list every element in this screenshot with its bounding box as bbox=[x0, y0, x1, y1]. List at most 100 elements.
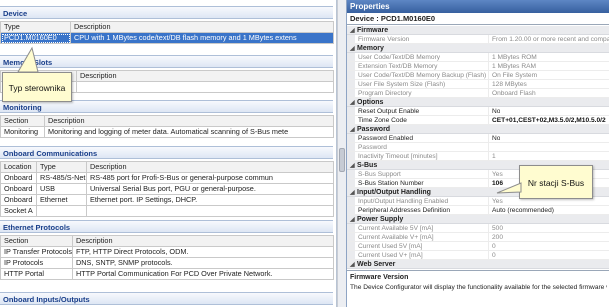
table-cell[interactable] bbox=[86, 205, 334, 217]
table-cell[interactable]: Monitoring and logging of meter data. Au… bbox=[44, 126, 334, 138]
table-cell[interactable]: CPU with 1 MBytes code/text/DB flash mem… bbox=[70, 32, 334, 44]
table-row[interactable]: Onboard RS-485/S-Net RS-485 port for Profi… bbox=[0, 172, 334, 184]
table-cell[interactable]: Universal Serial Bus port, PGU or genera… bbox=[86, 183, 334, 195]
column-header[interactable]: Section bbox=[0, 235, 73, 247]
property-row[interactable]: Program Directory Onboard Flash bbox=[347, 89, 609, 98]
row-gutter bbox=[347, 251, 355, 259]
table-cell[interactable]: IP Protocols bbox=[0, 257, 73, 269]
scrollbar-thumb[interactable] bbox=[339, 148, 345, 172]
property-category[interactable]: ◢ Power Supply bbox=[347, 215, 609, 224]
property-category-label: Web Server bbox=[357, 261, 396, 268]
table-cell[interactable]: USB bbox=[36, 183, 87, 195]
property-value[interactable]: No bbox=[489, 134, 500, 142]
column-header[interactable]: Type bbox=[0, 21, 71, 33]
property-row[interactable]: Password bbox=[347, 143, 609, 152]
property-value[interactable]: Auto (recommended) bbox=[489, 206, 554, 214]
table-cell[interactable]: IP Transfer Protocols bbox=[0, 246, 73, 258]
callout-sbus-station: Nr stacji S-Bus bbox=[519, 165, 593, 199]
table-row[interactable]: IP Protocols DNS, SNTP, SNMP protocols. bbox=[0, 257, 334, 269]
property-row[interactable]: User File System Size (Flash) 128 MBytes bbox=[347, 80, 609, 89]
row-gutter bbox=[347, 80, 355, 88]
property-category[interactable]: ◢ Web Server bbox=[347, 260, 609, 269]
table-cell[interactable]: Socket A bbox=[0, 205, 37, 217]
property-row[interactable]: Peripheral Addresses Definition Auto (rec… bbox=[347, 206, 609, 215]
property-value: 0 bbox=[492, 243, 496, 250]
property-name: User Code/Text/DB Memory bbox=[355, 53, 489, 61]
property-value: Yes bbox=[492, 171, 503, 178]
row-gutter bbox=[347, 134, 355, 142]
row-gutter bbox=[347, 116, 355, 124]
column-header[interactable]: Section bbox=[0, 115, 45, 127]
property-value: On File System bbox=[492, 72, 538, 79]
row-gutter bbox=[347, 107, 355, 115]
table-cell[interactable]: DNS, SNTP, SNMP protocols. bbox=[72, 257, 334, 269]
property-row[interactable]: Current Used V+ [mA] 0 bbox=[347, 251, 609, 260]
property-row[interactable]: Reset Output Enable No bbox=[347, 107, 609, 116]
table-cell[interactable]: FTP, HTTP Direct Protocols, ODM. bbox=[72, 246, 334, 258]
section-title[interactable]: Ethernet Protocols bbox=[0, 220, 333, 233]
column-header[interactable]: Location bbox=[0, 161, 37, 173]
property-row[interactable]: Current Available 5V [mA] 500 bbox=[347, 224, 609, 233]
property-value bbox=[489, 143, 492, 151]
property-row[interactable]: Time Zone Code CET+01,CEST+02,M3.5.0/2,M1… bbox=[347, 116, 609, 125]
table-cell[interactable]: Onboard bbox=[0, 183, 37, 195]
section-title[interactable]: Device bbox=[0, 6, 333, 19]
table-row[interactable]: Monitoring Monitoring and logging of mete… bbox=[0, 126, 334, 138]
property-name: S-Bus Station Number bbox=[355, 179, 489, 187]
table-cell[interactable] bbox=[76, 81, 334, 93]
table-cell[interactable]: RS-485/S-Net bbox=[36, 172, 87, 184]
table-cell[interactable]: PCD1.M0160E0 bbox=[0, 32, 71, 44]
property-name: Input/Output Handling Enabled bbox=[355, 197, 489, 205]
property-row[interactable]: Firmware Version From 1.20.00 or more rec… bbox=[347, 35, 609, 44]
property-name: Firmware Version bbox=[355, 35, 489, 43]
table-row[interactable]: Socket A bbox=[0, 205, 334, 217]
table-cell[interactable] bbox=[36, 205, 87, 217]
table-cell[interactable]: RS-485 port for Profi-S-Bus or general-p… bbox=[86, 172, 334, 184]
property-name: Reset Output Enable bbox=[355, 107, 489, 115]
property-row[interactable]: Extension Text/DB Memory 1 MBytes RAM bbox=[347, 62, 609, 71]
table-row[interactable]: HTTP Portal HTTP Portal Communication For… bbox=[0, 268, 334, 280]
property-name: Peripheral Addresses Definition bbox=[355, 206, 489, 214]
property-value[interactable]: No bbox=[489, 107, 500, 115]
property-row[interactable]: User Code/Text/DB Memory 1 MBytes ROM bbox=[347, 53, 609, 62]
vertical-scrollbar[interactable] bbox=[337, 0, 346, 307]
table-cell[interactable]: Monitoring bbox=[0, 126, 45, 138]
property-row[interactable]: Password Enabled No bbox=[347, 134, 609, 143]
column-header[interactable]: Description bbox=[70, 21, 334, 33]
property-value[interactable]: 106 bbox=[489, 179, 503, 187]
section-title[interactable]: Onboard Inputs/Outputs bbox=[0, 292, 333, 305]
section-title[interactable]: Memory Slots bbox=[0, 55, 333, 68]
property-row[interactable]: Current Used 5V [mA] 0 bbox=[347, 242, 609, 251]
property-category[interactable]: ◢ Memory bbox=[347, 44, 609, 53]
property-row[interactable]: User Code/Text/DB Memory Backup (Flash) O… bbox=[347, 71, 609, 80]
column-header[interactable]: Description bbox=[44, 115, 334, 127]
device-overview-pane: Device Type Description PCD1.M0160E0 CPU wit… bbox=[0, 0, 337, 307]
property-row[interactable]: Inactivity Timeout [minutes] 1 bbox=[347, 152, 609, 161]
property-category[interactable]: ◢ Password bbox=[347, 125, 609, 134]
column-header[interactable]: Description bbox=[86, 161, 334, 173]
section-onboard-communications: Onboard Communications Location Type Descri… bbox=[0, 146, 334, 217]
property-category[interactable]: ◢ Firmware bbox=[347, 26, 609, 35]
property-category[interactable]: ◢ Options bbox=[347, 98, 609, 107]
table-row[interactable]: IP Transfer Protocols FTP, HTTP Direct Pr… bbox=[0, 246, 334, 258]
table-cell[interactable]: Ethernet bbox=[36, 194, 87, 206]
property-name: S-Bus Support bbox=[355, 170, 489, 178]
table-row[interactable]: Onboard USB Universal Serial Bus port, PGU… bbox=[0, 183, 334, 195]
column-header[interactable]: Description bbox=[72, 235, 334, 247]
table-cell[interactable]: Onboard bbox=[0, 172, 37, 184]
table-cell[interactable]: Ethernet port. IP Settings, DHCP. bbox=[86, 194, 334, 206]
table-row[interactable]: PCD1.M0160E0 CPU with 1 MBytes code/text/… bbox=[0, 32, 334, 44]
table-cell[interactable]: Onboard bbox=[0, 194, 37, 206]
row-gutter bbox=[347, 53, 355, 61]
table-cell[interactable]: HTTP Portal Communication For PCD Over P… bbox=[72, 268, 334, 280]
property-value[interactable]: CET+01,CEST+02,M3.5.0/2,M10.5.0/2 bbox=[489, 116, 606, 124]
property-row[interactable]: Current Available V+ [mA] 200 bbox=[347, 233, 609, 242]
properties-pane: Properties Device : PCD1.M0160E0 ◢ Firmwa… bbox=[346, 0, 609, 307]
collapse-icon[interactable]: ◢ bbox=[350, 261, 357, 270]
column-header[interactable]: Description bbox=[76, 70, 334, 82]
section-title[interactable]: Onboard Communications bbox=[0, 146, 333, 159]
property-name: Program Directory bbox=[355, 89, 489, 97]
column-header[interactable]: Type bbox=[36, 161, 87, 173]
table-row[interactable]: Onboard Ethernet Ethernet port. IP Setting… bbox=[0, 194, 334, 206]
table-cell[interactable]: HTTP Portal bbox=[0, 268, 73, 280]
